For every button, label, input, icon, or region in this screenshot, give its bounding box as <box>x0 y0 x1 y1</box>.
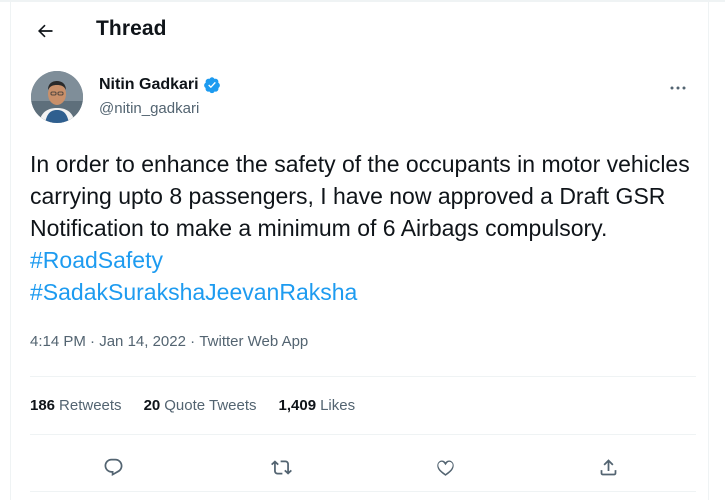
hashtag-roadsafety[interactable]: #RoadSafety <box>30 247 163 273</box>
meta-separator: · <box>85 333 100 350</box>
quote-tweets-stat[interactable]: 20 Quote Tweets <box>144 397 257 414</box>
hashtag-sadaksuraksha[interactable]: #SadakSurakshaJeevanRaksha <box>30 279 357 305</box>
author-name[interactable]: Nitin Gadkari <box>99 76 199 94</box>
author-name-row: Nitin Gadkari <box>99 76 221 94</box>
likes-stat[interactable]: 1,409 Likes <box>279 397 356 414</box>
tweet-source[interactable]: Twitter Web App <box>199 333 308 350</box>
more-dots-icon <box>670 86 686 90</box>
likes-label: Likes <box>320 397 356 414</box>
thread-view: Thread Nitin Gadkari @nitin_gadkari In o… <box>0 0 725 500</box>
likes-count: 1,409 <box>278 397 317 414</box>
avatar-photo <box>31 71 83 123</box>
like-button[interactable] <box>428 450 462 484</box>
avatar[interactable] <box>31 71 83 123</box>
retweets-count: 186 <box>30 397 56 414</box>
retweets-label: Retweets <box>59 397 122 414</box>
tweet-stats: 186 Retweets 20 Quote Tweets 1,409 Likes <box>30 397 355 414</box>
tweet-time[interactable]: 4:14 PM <box>30 333 86 350</box>
verified-badge-icon <box>203 77 220 94</box>
divider <box>30 434 696 435</box>
quote-tweets-label: Quote Tweets <box>164 397 257 414</box>
share-button[interactable] <box>591 450 625 484</box>
tweet-date[interactable]: Jan 14, 2022 <box>99 333 186 350</box>
back-button[interactable] <box>28 14 62 48</box>
heart-icon <box>436 460 454 476</box>
share-icon <box>600 458 616 475</box>
retweet-icon <box>270 459 292 475</box>
thread-header: Thread <box>10 0 708 60</box>
reply-button[interactable] <box>96 450 130 484</box>
page-title: Thread <box>96 17 167 40</box>
tweet-metadata: 4:14 PM · Jan 14, 2022 · Twitter Web App <box>30 333 308 350</box>
author-handle[interactable]: @nitin_gadkari <box>99 100 221 117</box>
author-block: Nitin Gadkari @nitin_gadkari <box>99 76 221 117</box>
more-options-button[interactable] <box>663 78 693 98</box>
meta-separator: · <box>185 333 200 350</box>
retweet-button[interactable] <box>264 450 298 484</box>
tweet-actions <box>30 450 696 482</box>
quote-tweets-count: 20 <box>143 397 161 414</box>
retweets-stat[interactable]: 186 Retweets <box>30 397 122 414</box>
arrow-left-icon <box>38 24 53 38</box>
tweet-text: In order to enhance the safety of the oc… <box>30 148 696 308</box>
reply-icon <box>104 458 122 476</box>
divider <box>30 491 696 492</box>
right-border <box>708 0 709 500</box>
left-border <box>10 0 11 500</box>
tweet-body: In order to enhance the safety of the oc… <box>30 151 697 241</box>
divider <box>30 376 696 377</box>
